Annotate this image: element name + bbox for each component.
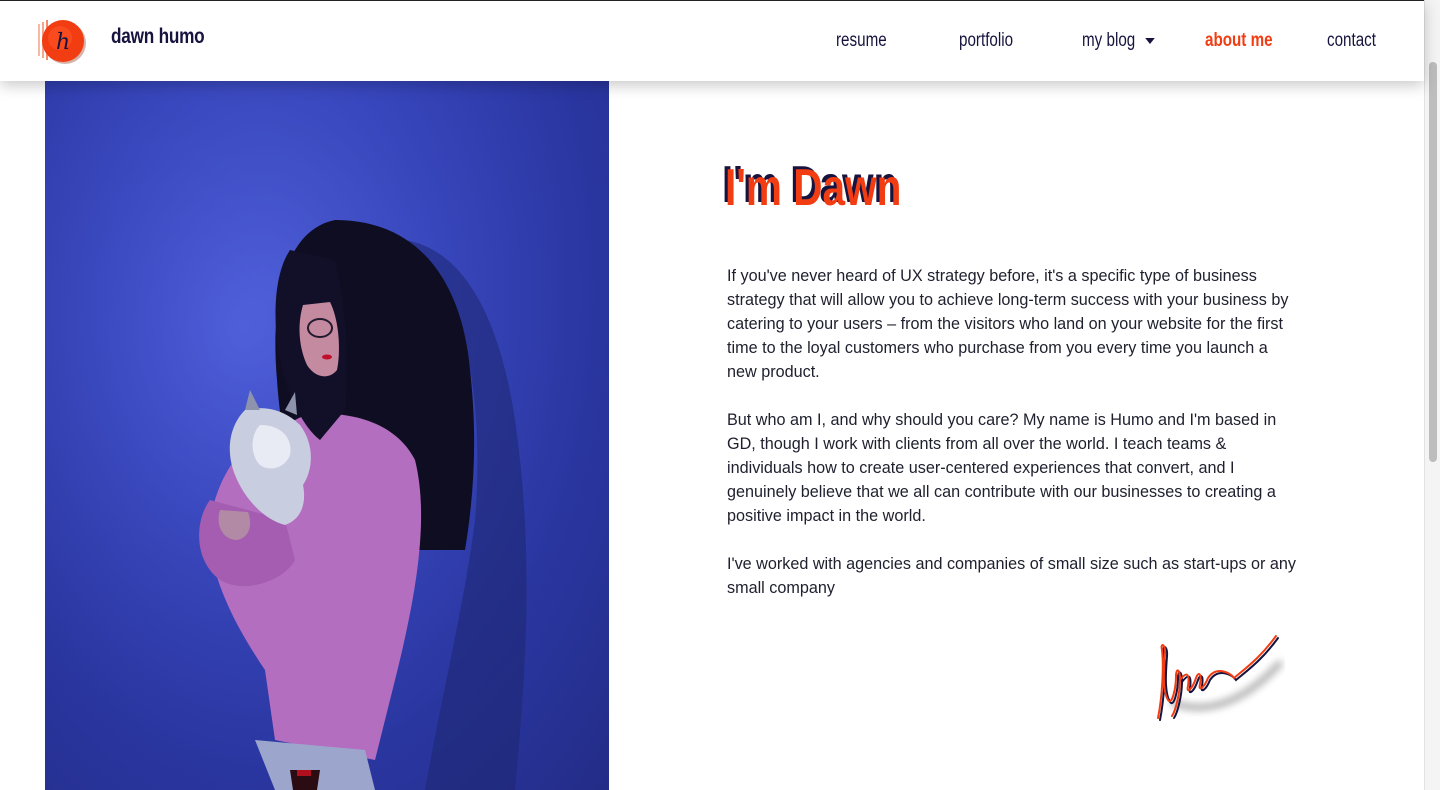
vertical-scrollbar[interactable] (1424, 0, 1440, 790)
nav-contact-link[interactable]: contact (1327, 30, 1376, 52)
nav-portfolio-link[interactable]: portfolio (959, 30, 1013, 52)
nav-blog-label: my blog (1082, 30, 1136, 51)
brand-name[interactable]: dawn humo (111, 25, 205, 49)
nav-resume-label: resume (836, 30, 887, 51)
nav-resume-link[interactable]: resume (836, 30, 887, 52)
about-paragraph-2: But who am I, and why should you care? M… (727, 411, 1277, 525)
brand-logo[interactable]: h (37, 16, 87, 66)
scrollbar-thumb[interactable] (1429, 62, 1437, 462)
portrait-illustration (45, 80, 609, 790)
about-heading: I'm Dawn (725, 159, 902, 217)
svg-text:h: h (56, 30, 70, 55)
page: h dawn humo resume portfolio my blog abo… (0, 0, 1440, 790)
signature-image (1157, 635, 1284, 721)
top-navbar: h dawn humo resume portfolio my blog abo… (0, 0, 1424, 81)
nav-portfolio-label: portfolio (959, 30, 1014, 51)
nav-about-link[interactable]: about me (1205, 30, 1273, 52)
nav-about-label: about me (1205, 30, 1273, 51)
portrait-photo (45, 80, 609, 790)
nav-blog-dropdown[interactable]: my blog (1082, 30, 1155, 52)
about-paragraph-1: If you've never heard of UX strategy bef… (727, 267, 1289, 381)
nav-contact-label: contact (1327, 30, 1377, 51)
about-paragraph-3: I've worked with agencies and companies … (727, 555, 1297, 597)
caret-down-icon (1144, 38, 1155, 44)
